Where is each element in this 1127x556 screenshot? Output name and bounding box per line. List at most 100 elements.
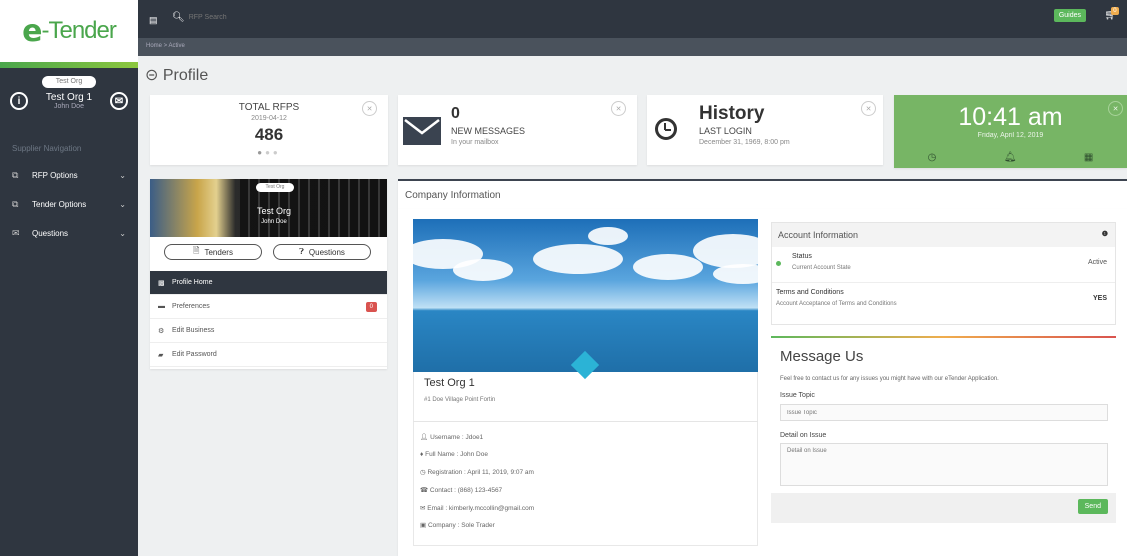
terms-label: Terms and Conditions [776, 289, 844, 296]
status-sub: Current Account State [792, 265, 851, 271]
breadcrumb[interactable]: Home > Active [138, 38, 1127, 56]
profile-menu: ▩ Profile Home ▬ Preferences 0 ⚙ Edit Bu… [150, 271, 387, 367]
issue-topic-input[interactable] [780, 404, 1108, 421]
chevron-down-icon: ⌄ [119, 171, 126, 180]
status-row: Status Current Account State Active [772, 247, 1115, 283]
tenders-button-label: Tenders [204, 247, 233, 257]
issue-detail-label: Detail on Issue [780, 432, 827, 439]
nav-section-label: Supplier Navigation [12, 144, 82, 153]
image-icon: ▩ [158, 279, 165, 287]
history-card: History LAST LOGIN December 31, 1969, 8:… [647, 95, 883, 165]
divider [413, 421, 758, 422]
clock-icon [655, 118, 677, 140]
company-cover-image [413, 219, 758, 372]
envelope-icon: ✉ [12, 228, 20, 238]
detail-text: Email : kimberly.mccollin@gmail.com [427, 505, 535, 512]
last-login-value: December 31, 1969, 8:00 pm [699, 139, 790, 146]
total-rfps-date: 2019-04-12 [251, 115, 287, 122]
detail-username: 👤︎ Username : Jdoe1 [420, 433, 483, 441]
logo-mark: e [22, 13, 42, 49]
menu-item-label: Preferences [172, 303, 210, 310]
carousel-dots[interactable]: ●●● [150, 148, 388, 157]
menu-item-edit-password[interactable]: ▰ Edit Password [150, 343, 387, 367]
bell-icon[interactable]: 🔔︎ [1004, 152, 1017, 163]
search: 🔍︎ [172, 12, 249, 23]
current-date: Friday, April 12, 2019 [977, 132, 1044, 139]
history-title: History [699, 103, 765, 124]
calendar-icon[interactable]: ▦ [1084, 152, 1093, 163]
status-label: Status [792, 253, 812, 260]
menu-item-profile-home[interactable]: ▩ Profile Home [150, 271, 387, 295]
detail-text: Contact : (868) 123-4567 [429, 487, 503, 494]
search-icon[interactable]: 🔍︎ [172, 12, 185, 23]
logo-text: -Tender [41, 17, 116, 44]
user-icon: 👤︎ [420, 434, 431, 441]
close-icon[interactable]: ✕ [611, 101, 626, 116]
preferences-icon: ▬ [158, 303, 165, 310]
user-block: Test Org i Test Org 1 John Doe ✉ [0, 68, 138, 134]
copy-icon: ⧉ [12, 199, 19, 209]
questions-button-label: Questions [308, 247, 345, 257]
folder-icon: ▰ [158, 351, 164, 359]
info-icon[interactable]: ❶ [1102, 230, 1108, 238]
gear-icon: ⚙ [158, 327, 165, 335]
back-circle-icon[interactable]: ⊝ [145, 67, 158, 84]
total-rfps-title: TOTAL RFPS [238, 102, 300, 113]
question-icon: ❓︎ [299, 247, 304, 256]
mail-icon[interactable]: ✉ [109, 92, 128, 110]
close-icon[interactable]: ✕ [362, 101, 377, 116]
phone-icon: ☎ [420, 487, 430, 494]
detail-company: ▣ Company : Sole Trader [420, 521, 495, 529]
sidebar-item-label: Tender Options [32, 200, 87, 209]
menu-toggle-icon[interactable]: ▤ [149, 15, 158, 26]
sidebar: e -Tender Test Org i Test Org 1 John Doe… [0, 0, 138, 556]
current-time: 10:41 am [958, 103, 1063, 131]
detail-email: ✉ Email : kimberly.mccollin@gmail.com [420, 504, 534, 512]
issue-detail-textarea[interactable] [780, 443, 1108, 486]
send-button[interactable]: Send [1077, 499, 1108, 514]
menu-item-label: Profile Home [172, 279, 213, 286]
menu-item-preferences[interactable]: ▬ Preferences 0 [150, 295, 387, 319]
close-icon[interactable]: ✕ [1108, 101, 1123, 116]
tenders-button[interactable]: 🗎︎ Tenders [164, 244, 262, 260]
search-input[interactable] [188, 14, 249, 21]
sidebar-item-questions[interactable]: ✉ Questions ⌄ [0, 219, 138, 248]
page-title: ⊝ Profile [145, 65, 208, 85]
company-info-header: Company Information [398, 179, 1127, 209]
account-info-heading: Account Information [778, 230, 859, 240]
sidebar-item-tender-options[interactable]: ⧉ Tender Options ⌄ [0, 190, 138, 219]
time-card: 10:41 am Friday, April 12, 2019 ✕ ◷ 🔔︎ ▦ [894, 95, 1127, 168]
preferences-badge: 0 [365, 301, 377, 312]
info-icon[interactable]: i [10, 92, 28, 110]
clock-icon[interactable]: ◷ [928, 152, 937, 163]
cart-button[interactable]: 🛒︎ 0 [1104, 7, 1119, 21]
sidebar-item-rfp-options[interactable]: ⧉ RFP Options ⌄ [0, 161, 138, 190]
guides-button[interactable]: Guides [1053, 9, 1086, 22]
briefcase-icon: ▣ [420, 522, 428, 529]
new-messages-count: 0 [451, 105, 460, 122]
menu-item-edit-business[interactable]: ⚙ Edit Business [150, 319, 387, 343]
profile-name: Test Org [256, 206, 291, 216]
detail-fullname: ♦ Full Name : John Doe [420, 451, 488, 458]
document-icon: 🗎︎ [193, 246, 200, 255]
company-info-body: Test Org 1 #1 Doe Village Point Fortin 👤… [398, 209, 1127, 556]
detail-text: Username : Jdoe1 [430, 434, 484, 441]
org-avatar-pill: Test Org [256, 183, 294, 192]
profile-subname: John Doe [261, 219, 287, 225]
detail-text: Company : Sole Trader [427, 522, 495, 529]
close-icon[interactable]: ✕ [861, 101, 876, 116]
questions-button[interactable]: ❓︎ Questions [273, 244, 371, 260]
sidebar-item-label: RFP Options [32, 171, 78, 180]
logo[interactable]: e -Tender [0, 0, 138, 62]
status-value: Active [1087, 259, 1107, 266]
message-us-title: Message Us [780, 348, 864, 365]
account-info-panel: Account Information ❶ Status Current Acc… [771, 222, 1116, 325]
envelope-icon [403, 117, 441, 145]
total-rfps-card: TOTAL RFPS 2019-04-12 486 ●●● ✕ [150, 95, 388, 165]
profile-card: Test Org Test Org John Doe 🗎︎ Tenders ❓︎… [150, 179, 387, 369]
terms-value: YES [1092, 295, 1107, 302]
menu-item-label: Edit Business [172, 327, 215, 334]
user-subname: John Doe [54, 103, 84, 110]
topbar: ▤ 🔍︎ Guides 🛒︎ 0 [138, 0, 1127, 38]
message-us-desc: Feel free to contact us for any issues y… [780, 376, 999, 382]
